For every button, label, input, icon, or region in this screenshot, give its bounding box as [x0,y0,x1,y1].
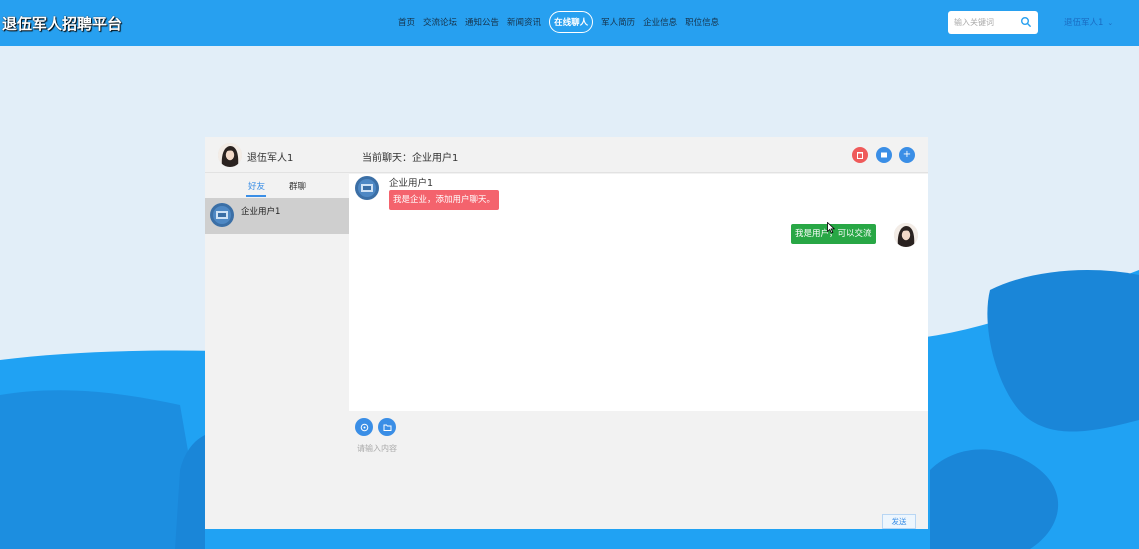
trash-icon [857,152,863,159]
avatar [894,223,918,247]
nav-item-notices[interactable]: 通知公告 [465,16,499,28]
active-tab-indicator [246,195,266,197]
nav-item-companies[interactable]: 企业信息 [643,16,677,28]
add-button[interactable]: + [899,147,915,163]
site-title[interactable]: 退伍军人招聘平台 [2,13,122,34]
nav-item-forum[interactable]: 交流论坛 [423,16,457,28]
my-username: 退伍军人1 [247,153,294,164]
avatar [218,143,242,167]
user-menu-label: 退伍军人1 [1064,18,1104,28]
tab-friends[interactable]: 好友 [248,180,265,192]
emoji-icon [360,423,368,431]
chat-window: 退伍军人1 当前聊天：企业用户1 + 好友 群聊 企业用户1 企业用户1 我是企… [205,137,928,529]
chat-info-button[interactable] [876,147,892,163]
emoji-button[interactable] [355,418,373,436]
nav-item-online-chat[interactable]: 在线聊人 [549,11,594,33]
plus-icon: + [902,149,912,160]
friend-name: 企业用户1 [241,207,281,217]
message-composer: 发送 [349,411,928,529]
delete-chat-button[interactable] [852,147,868,163]
current-chat-label: 当前聊天：企业用户1 [362,153,459,164]
contacts-sidebar: 好友 群聊 企业用户1 [205,174,349,529]
avatar [210,203,234,227]
nav-item-home[interactable]: 首页 [398,16,415,28]
avatar [355,176,379,200]
list-icon [881,152,887,158]
chat-header: 退伍军人1 当前聊天：企业用户1 + [205,137,928,173]
mouse-cursor-icon [827,222,835,234]
send-button[interactable]: 发送 [882,514,916,529]
search-icon[interactable] [1020,16,1032,28]
file-upload-button[interactable] [378,418,396,436]
message-sender-name: 企业用户1 [389,178,434,189]
message-bubble-received: 我是企业，添加用户聊天。 [389,190,500,210]
nav-item-jobs[interactable]: 职位信息 [685,16,719,28]
contact-tabs: 好友 群聊 [205,174,349,198]
nav-item-resumes[interactable]: 军人简历 [601,16,635,28]
main-nav: 首页 交流论坛 通知公告 新闻资讯 在线聊人 军人简历 企业信息 职位信息 [398,11,727,33]
user-menu[interactable]: 退伍军人1 ⌄ [1064,16,1113,28]
tab-groups[interactable]: 群聊 [289,180,306,192]
search-box [948,11,1038,34]
search-input[interactable] [954,16,1016,29]
chevron-down-icon: ⌄ [1107,19,1114,27]
friend-item[interactable]: 企业用户1 [205,198,349,234]
message-list: 企业用户1 我是企业，添加用户聊天。 我是用户，可以交流 [349,174,928,411]
nav-item-news[interactable]: 新闻资讯 [507,16,541,28]
top-navbar: 退伍军人招聘平台 首页 交流论坛 通知公告 新闻资讯 在线聊人 军人简历 企业信… [0,0,1139,46]
message-input[interactable] [357,443,917,503]
folder-icon [383,424,391,431]
